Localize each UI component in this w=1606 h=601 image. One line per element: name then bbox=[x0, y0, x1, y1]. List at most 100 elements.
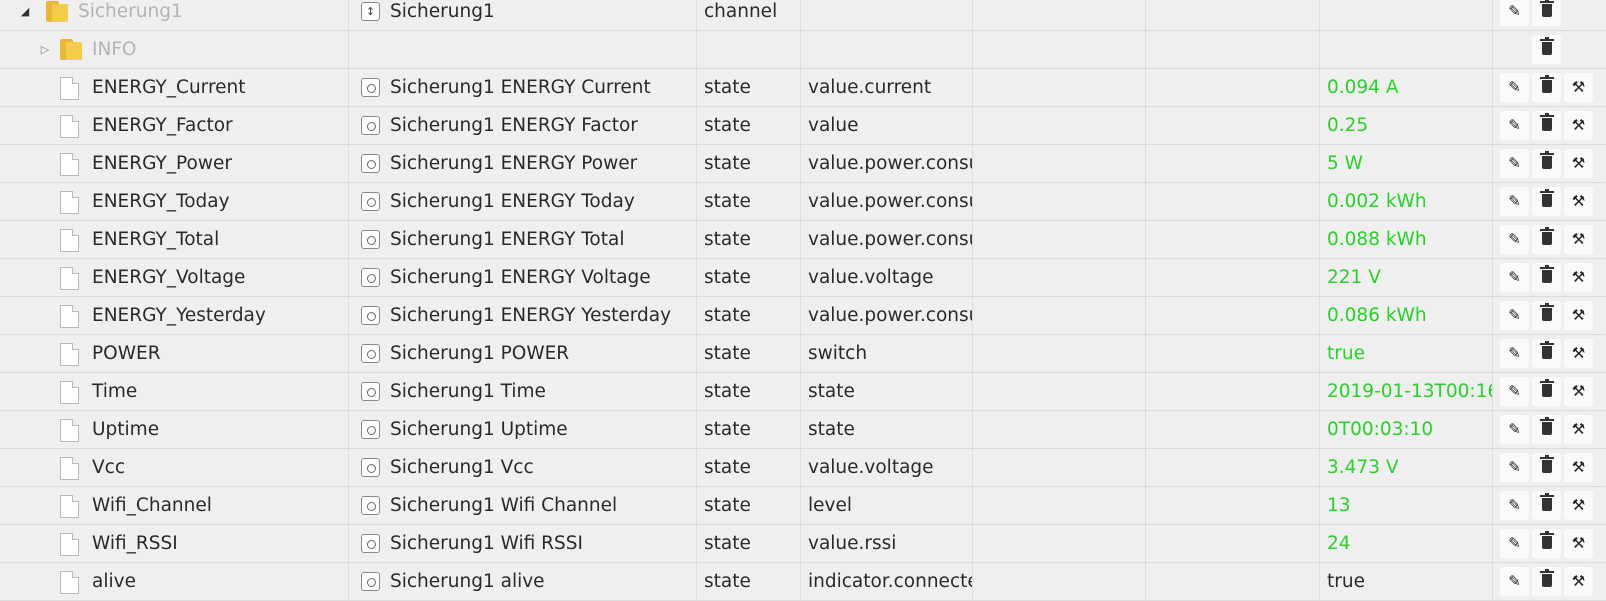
delete-button[interactable] bbox=[1532, 225, 1561, 254]
edit-button[interactable]: ✎ bbox=[1500, 529, 1529, 558]
function-cell[interactable] bbox=[1146, 297, 1319, 334]
config-button[interactable]: ⚒ bbox=[1564, 339, 1593, 368]
id-cell[interactable]: ENERGY_Today bbox=[0, 183, 348, 220]
room-cell[interactable] bbox=[973, 487, 1145, 524]
delete-button[interactable] bbox=[1532, 35, 1561, 64]
edit-button[interactable]: ✎ bbox=[1500, 377, 1529, 406]
delete-button[interactable] bbox=[1532, 187, 1561, 216]
id-cell[interactable]: ENERGY_Voltage bbox=[0, 259, 348, 296]
value-cell[interactable]: 221 V bbox=[1320, 259, 1492, 296]
value-cell[interactable] bbox=[1320, 31, 1492, 68]
function-cell[interactable] bbox=[1146, 335, 1319, 372]
config-button[interactable]: ⚒ bbox=[1564, 567, 1593, 596]
value-cell[interactable]: 0.002 kWh bbox=[1320, 183, 1492, 220]
room-cell[interactable] bbox=[973, 449, 1145, 486]
function-cell[interactable] bbox=[1146, 411, 1319, 448]
value-cell[interactable]: 24 bbox=[1320, 525, 1492, 562]
value-cell[interactable]: 0T00:03:10 bbox=[1320, 411, 1492, 448]
tree-row-power[interactable]: POWER Sicherung1 POWER state switch true ✎ ⚒ bbox=[0, 335, 1606, 373]
delete-button[interactable] bbox=[1532, 491, 1561, 520]
room-cell[interactable] bbox=[973, 297, 1145, 334]
function-cell[interactable] bbox=[1146, 183, 1319, 220]
delete-button[interactable] bbox=[1532, 339, 1561, 368]
config-button[interactable]: ⚒ bbox=[1564, 301, 1593, 330]
config-button[interactable]: ⚒ bbox=[1564, 529, 1593, 558]
tree-row-energy_total[interactable]: ENERGY_Total Sicherung1 ENERGY Total state… bbox=[0, 221, 1606, 259]
room-cell[interactable] bbox=[973, 221, 1145, 258]
edit-button[interactable]: ✎ bbox=[1500, 567, 1529, 596]
value-cell[interactable]: 2019-01-13T00:16: bbox=[1320, 373, 1492, 410]
room-cell[interactable] bbox=[973, 107, 1145, 144]
id-cell[interactable]: ◢ Sicherung1 bbox=[0, 0, 348, 30]
function-cell[interactable] bbox=[1146, 31, 1319, 68]
config-button[interactable]: ⚒ bbox=[1564, 377, 1593, 406]
tree-row-sicherung1[interactable]: ◢ Sicherung1 Sicherung1 channel ✎ bbox=[0, 0, 1606, 31]
value-cell[interactable]: true bbox=[1320, 335, 1492, 372]
id-cell[interactable]: ENERGY_Yesterday bbox=[0, 297, 348, 334]
config-button[interactable]: ⚒ bbox=[1564, 111, 1593, 140]
room-cell[interactable] bbox=[973, 373, 1145, 410]
edit-button[interactable]: ✎ bbox=[1500, 415, 1529, 444]
id-cell[interactable]: Vcc bbox=[0, 449, 348, 486]
edit-button[interactable]: ✎ bbox=[1500, 453, 1529, 482]
tree-row-energy_power[interactable]: ENERGY_Power Sicherung1 ENERGY Power state… bbox=[0, 145, 1606, 183]
room-cell[interactable] bbox=[973, 525, 1145, 562]
value-cell[interactable]: 0.086 kWh bbox=[1320, 297, 1492, 334]
function-cell[interactable] bbox=[1146, 145, 1319, 182]
delete-button[interactable] bbox=[1532, 73, 1561, 102]
delete-button[interactable] bbox=[1532, 263, 1561, 292]
delete-button[interactable] bbox=[1532, 529, 1561, 558]
edit-button[interactable]: ✎ bbox=[1500, 339, 1529, 368]
config-button[interactable]: ⚒ bbox=[1564, 73, 1593, 102]
id-cell[interactable]: Wifi_RSSI bbox=[0, 525, 348, 562]
id-cell[interactable]: ENERGY_Total bbox=[0, 221, 348, 258]
value-cell[interactable]: 0.25 bbox=[1320, 107, 1492, 144]
config-button[interactable]: ⚒ bbox=[1564, 491, 1593, 520]
tree-row-wifi_rssi[interactable]: Wifi_RSSI Sicherung1 Wifi RSSI state value.… bbox=[0, 525, 1606, 563]
delete-button[interactable] bbox=[1532, 567, 1561, 596]
room-cell[interactable] bbox=[973, 69, 1145, 106]
value-cell[interactable]: 0.094 A bbox=[1320, 69, 1492, 106]
function-cell[interactable] bbox=[1146, 525, 1319, 562]
delete-button[interactable] bbox=[1532, 377, 1561, 406]
delete-button[interactable] bbox=[1532, 111, 1561, 140]
delete-button[interactable] bbox=[1532, 149, 1561, 178]
edit-button[interactable]: ✎ bbox=[1500, 111, 1529, 140]
id-cell[interactable]: alive bbox=[0, 563, 348, 600]
function-cell[interactable] bbox=[1146, 0, 1319, 30]
edit-button[interactable]: ✎ bbox=[1500, 73, 1529, 102]
config-button[interactable]: ⚒ bbox=[1564, 187, 1593, 216]
tree-row-energy_today[interactable]: ENERGY_Today Sicherung1 ENERGY Today state… bbox=[0, 183, 1606, 221]
edit-button[interactable]: ✎ bbox=[1500, 263, 1529, 292]
tree-row-info[interactable]: ▷ INFO bbox=[0, 31, 1606, 69]
config-button[interactable]: ⚒ bbox=[1564, 415, 1593, 444]
function-cell[interactable] bbox=[1146, 563, 1319, 600]
tree-row-uptime[interactable]: Uptime Sicherung1 Uptime state state 0T00:03… bbox=[0, 411, 1606, 449]
function-cell[interactable] bbox=[1146, 69, 1319, 106]
id-cell[interactable]: ENERGY_Power bbox=[0, 145, 348, 182]
expand-toggle-icon[interactable]: ▷ bbox=[38, 31, 52, 68]
delete-button[interactable] bbox=[1532, 0, 1561, 26]
id-cell[interactable]: Time bbox=[0, 373, 348, 410]
function-cell[interactable] bbox=[1146, 449, 1319, 486]
value-cell[interactable]: 3.473 V bbox=[1320, 449, 1492, 486]
tree-row-energy_yesterday[interactable]: ENERGY_Yesterday Sicherung1 ENERGY Yester… bbox=[0, 297, 1606, 335]
room-cell[interactable] bbox=[973, 0, 1145, 30]
value-cell[interactable]: 5 W bbox=[1320, 145, 1492, 182]
value-cell[interactable]: true bbox=[1320, 563, 1492, 600]
room-cell[interactable] bbox=[973, 563, 1145, 600]
config-button[interactable]: ⚒ bbox=[1564, 453, 1593, 482]
function-cell[interactable] bbox=[1146, 373, 1319, 410]
room-cell[interactable] bbox=[973, 411, 1145, 448]
tree-row-vcc[interactable]: Vcc Sicherung1 Vcc state value.voltage 3.473… bbox=[0, 449, 1606, 487]
edit-button[interactable]: ✎ bbox=[1500, 187, 1529, 216]
room-cell[interactable] bbox=[973, 259, 1145, 296]
function-cell[interactable] bbox=[1146, 487, 1319, 524]
id-cell[interactable]: Wifi_Channel bbox=[0, 487, 348, 524]
edit-button[interactable]: ✎ bbox=[1500, 225, 1529, 254]
delete-button[interactable] bbox=[1532, 453, 1561, 482]
value-cell[interactable] bbox=[1320, 0, 1492, 30]
config-button[interactable]: ⚒ bbox=[1564, 225, 1593, 254]
value-cell[interactable]: 13 bbox=[1320, 487, 1492, 524]
edit-button[interactable]: ✎ bbox=[1500, 149, 1529, 178]
